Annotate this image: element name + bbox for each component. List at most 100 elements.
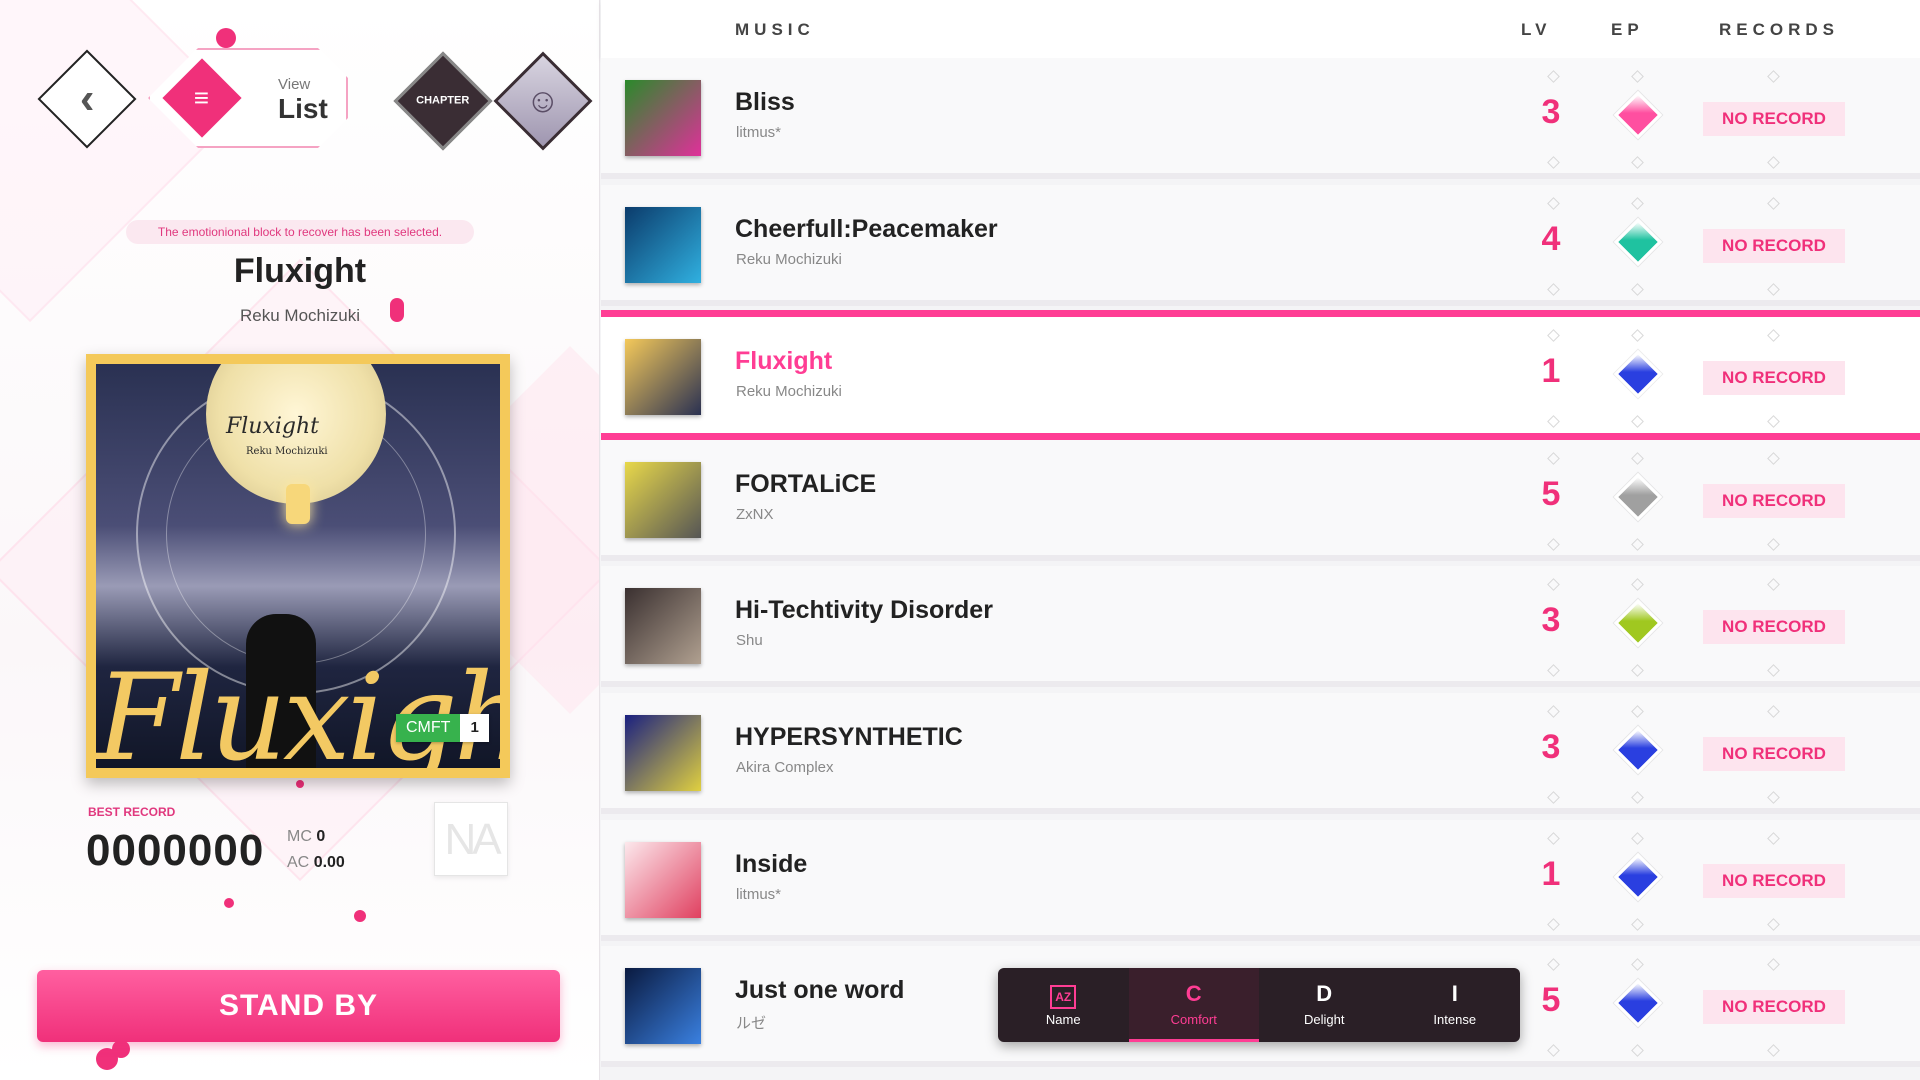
sort-option-name[interactable]: AZ Name bbox=[998, 968, 1129, 1042]
decor-diamond-icon bbox=[1547, 70, 1560, 83]
song-level: 1 bbox=[1541, 855, 1561, 893]
decor-diamond-icon bbox=[1547, 329, 1560, 342]
top-nav: ‹ ≡ View List CHAPTER ☺ bbox=[37, 48, 593, 158]
decor-diamond-icon bbox=[1767, 958, 1780, 971]
stand-by-button[interactable]: STAND BY bbox=[37, 970, 560, 1042]
jacket-logo: Fluxight bbox=[226, 414, 320, 439]
sort-option-label: Comfort bbox=[1170, 1012, 1217, 1027]
song-row[interactable]: HYPERSYNTHETIC Akira Complex 3 NO RECORD bbox=[601, 693, 1920, 814]
jacket-composer: Reku Mochizuki bbox=[246, 446, 328, 457]
selection-notice: The emotionional block to recover has be… bbox=[126, 220, 474, 244]
difficulty-level: 1 bbox=[460, 714, 489, 742]
decor-diamond-icon bbox=[1767, 664, 1780, 677]
header-records: RECORDS bbox=[1719, 20, 1840, 39]
ac-stat: AC 0.00 bbox=[287, 854, 345, 872]
ep-gem-icon bbox=[1613, 217, 1663, 267]
song-row[interactable]: Bliss litmus* 3 NO RECORD bbox=[601, 58, 1920, 179]
lantern-illustration bbox=[286, 484, 310, 524]
decor-diamond-icon bbox=[1631, 452, 1644, 465]
decor-dot bbox=[224, 898, 234, 908]
decor-diamond-icon bbox=[1767, 197, 1780, 210]
decor-diamond-icon bbox=[1631, 197, 1644, 210]
list-header: MUSIC LV EP RECORDS bbox=[601, 0, 1920, 58]
decor-diamond-icon bbox=[1767, 538, 1780, 551]
mc-value: 0 bbox=[316, 828, 326, 845]
decor-diamond-icon bbox=[1547, 538, 1560, 551]
song-thumbnail bbox=[625, 339, 701, 415]
song-row[interactable]: Fluxight Reku Mochizuki 1 NO RECORD bbox=[601, 310, 1920, 440]
song-row[interactable]: Inside litmus* 1 NO RECORD bbox=[601, 820, 1920, 941]
decor-diamond-icon bbox=[1547, 791, 1560, 804]
decor-diamond-icon bbox=[1767, 791, 1780, 804]
song-artist: ルゼ bbox=[736, 1015, 767, 1032]
song-detail-panel: ‹ ≡ View List CHAPTER ☺ The emotionional… bbox=[0, 0, 600, 1080]
back-button[interactable]: ‹ bbox=[37, 49, 137, 149]
sort-option-comfort[interactable]: C Comfort bbox=[1128, 968, 1259, 1042]
decor-diamond-icon bbox=[1547, 156, 1560, 169]
view-toggle-button[interactable]: ≡ View List bbox=[148, 48, 378, 158]
record-badge: NO RECORD bbox=[1703, 102, 1845, 136]
decor-diamond-icon bbox=[1631, 538, 1644, 551]
decor-diamond-icon bbox=[1631, 791, 1644, 804]
ac-value: 0.00 bbox=[313, 854, 345, 871]
ep-gem-icon bbox=[1613, 978, 1663, 1028]
decor-dot bbox=[354, 910, 366, 922]
song-thumbnail bbox=[625, 715, 701, 791]
decor-dot bbox=[216, 28, 236, 48]
selected-song-artist: Reku Mochizuki bbox=[240, 306, 360, 325]
chapter-label: CHAPTER bbox=[416, 94, 470, 107]
decor-diamond-icon bbox=[1547, 832, 1560, 845]
song-row[interactable]: Cheerfull:Peacemaker Reku Mochizuki 4 NO RE… bbox=[601, 185, 1920, 306]
song-artist: Reku Mochizuki bbox=[736, 251, 842, 268]
character-button[interactable]: ☺ bbox=[493, 51, 593, 151]
decor-diamond-icon bbox=[1631, 329, 1644, 342]
sort-option-label: Delight bbox=[1304, 1012, 1345, 1027]
song-artist: ZxNX bbox=[736, 506, 774, 523]
decor-diamond-icon bbox=[1767, 156, 1780, 169]
song-title: Cheerfull:Peacemaker bbox=[735, 215, 998, 243]
jacket-artwork: Fluxight Reku Mochizuki Fluxight CMFT 1 bbox=[96, 364, 500, 768]
chapter-button[interactable]: CHAPTER bbox=[393, 51, 493, 151]
view-toggle-text: View List bbox=[278, 76, 328, 125]
record-badge: NO RECORD bbox=[1703, 864, 1845, 898]
decor-diamond-icon bbox=[1767, 415, 1780, 428]
record-badge: NO RECORD bbox=[1703, 610, 1845, 644]
decor-diamond-icon bbox=[1547, 197, 1560, 210]
song-row[interactable]: FORTALiCE ZxNX 5 NO RECORD bbox=[601, 440, 1920, 561]
decor-diamond-icon bbox=[1547, 415, 1560, 428]
song-title: Just one word bbox=[735, 976, 905, 1004]
song-level: 5 bbox=[1541, 475, 1561, 513]
sort-option-delight[interactable]: D Delight bbox=[1259, 968, 1390, 1042]
decor-diamond-icon bbox=[1631, 70, 1644, 83]
song-row[interactable]: Hi-Techtivity Disorder Shu 3 NO RECORD bbox=[601, 566, 1920, 687]
song-jacket[interactable]: Fluxight Reku Mochizuki Fluxight CMFT 1 bbox=[86, 354, 510, 778]
song-title: FORTALiCE bbox=[735, 470, 877, 498]
record-badge: NO RECORD bbox=[1703, 361, 1845, 395]
song-level: 4 bbox=[1541, 220, 1561, 258]
mc-stat: MC 0 bbox=[287, 828, 325, 846]
song-artist: Akira Complex bbox=[736, 759, 834, 776]
rank-badge: NA bbox=[434, 802, 508, 876]
sort-comfort-icon: C bbox=[1185, 981, 1202, 1006]
song-thumbnail bbox=[625, 968, 701, 1044]
decor-diamond-icon bbox=[1631, 1044, 1644, 1057]
decor-diamond-icon bbox=[1631, 283, 1644, 296]
decor-diamond-icon bbox=[1767, 329, 1780, 342]
song-level: 1 bbox=[1541, 352, 1561, 390]
ep-gem-icon bbox=[1613, 725, 1663, 775]
song-title: Inside bbox=[735, 850, 808, 878]
decor-diamond-icon bbox=[1547, 452, 1560, 465]
decor-diamond-icon bbox=[1547, 918, 1560, 931]
song-title: Hi-Techtivity Disorder bbox=[735, 596, 993, 624]
record-badge: NO RECORD bbox=[1703, 484, 1845, 518]
difficulty-badge: CMFT 1 bbox=[396, 714, 489, 742]
decor-diamond-icon bbox=[1631, 415, 1644, 428]
sort-option-label: Name bbox=[1045, 1012, 1081, 1027]
sort-option-intense[interactable]: I Intense bbox=[1390, 968, 1521, 1042]
record-badge: NO RECORD bbox=[1703, 737, 1845, 771]
view-label-small: View bbox=[278, 76, 311, 93]
sort-option-label: Intense bbox=[1433, 1012, 1477, 1027]
song-level: 3 bbox=[1541, 93, 1561, 131]
decor-diamond-icon bbox=[1631, 156, 1644, 169]
ac-label: AC bbox=[287, 854, 310, 871]
